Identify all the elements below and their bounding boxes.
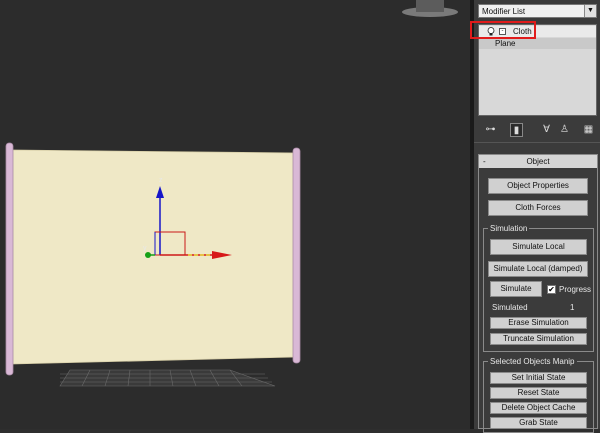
top-object	[402, 0, 458, 17]
show-end-result-icon[interactable]: ▮	[510, 123, 523, 137]
grab-state-button[interactable]: Grab State	[490, 417, 587, 429]
erase-simulation-button[interactable]: Erase Simulation	[490, 317, 587, 329]
stack-item-label: Plane	[495, 39, 516, 48]
divider	[474, 142, 600, 143]
selected-objects-group: Selected Objects Manip Set Initial State…	[483, 357, 594, 433]
simulated-label: Simulated	[492, 303, 528, 312]
object-properties-button[interactable]: Object Properties	[488, 178, 588, 194]
simulate-local-damped-button[interactable]: Simulate Local (damped)	[488, 261, 588, 277]
object-rollout: - Object Object Properties Cloth Forces …	[478, 154, 598, 433]
modifier-list-dropdown[interactable]: Modifier List ▼	[478, 4, 597, 18]
simulate-local-button[interactable]: Simulate Local	[490, 239, 587, 255]
scene: z y	[5, 0, 458, 387]
set-initial-state-button[interactable]: Set Initial State	[490, 372, 587, 384]
simulated-value: 1	[570, 303, 575, 312]
stack-toolbar: ⊶ ▮ ∀ ♙ ▦	[478, 120, 597, 140]
simulation-group-title: Simulation	[488, 224, 530, 233]
stack-item-plane[interactable]: Plane	[479, 38, 596, 49]
remove-modifier-icon[interactable]: ♙	[558, 123, 571, 137]
command-panel: Modifier List ▼ - Cloth Plane ⊶ ▮ ∀ ♙ ▦ …	[470, 0, 600, 433]
cloth-plane[interactable]	[11, 149, 297, 365]
axis-z-label: z	[159, 177, 163, 184]
simulation-group: Simulation Simulate Local Simulate Local…	[483, 224, 594, 352]
viewport[interactable]: z y	[0, 0, 470, 429]
pin-stack-icon[interactable]: ⊶	[484, 123, 497, 137]
progress-label: Progress	[559, 285, 592, 294]
simulate-button[interactable]: Simulate	[490, 281, 542, 297]
dropdown-arrow-icon[interactable]: ▼	[584, 5, 596, 17]
configure-sets-icon[interactable]: ▦	[582, 123, 595, 137]
floor-grid	[59, 369, 276, 387]
highlight-annotation	[470, 21, 536, 39]
axis-y-label: y	[143, 245, 147, 252]
right-pole[interactable]	[292, 147, 301, 364]
truncate-simulation-button[interactable]: Truncate Simulation	[490, 333, 587, 345]
rollout-title: Object	[526, 157, 550, 166]
collapse-icon[interactable]: -	[483, 155, 486, 168]
rollout-header[interactable]: - Object	[479, 155, 597, 168]
reset-state-button[interactable]: Reset State	[490, 387, 587, 399]
progress-checkbox[interactable]: ✔	[547, 285, 556, 294]
delete-object-cache-button[interactable]: Delete Object Cache	[490, 402, 587, 414]
selected-objects-group-title: Selected Objects Manip	[488, 357, 577, 366]
left-pole[interactable]	[5, 142, 14, 376]
cloth-forces-button[interactable]: Cloth Forces	[488, 200, 588, 216]
modifier-list-label: Modifier List	[482, 7, 526, 16]
make-unique-icon[interactable]: ∀	[540, 123, 553, 137]
